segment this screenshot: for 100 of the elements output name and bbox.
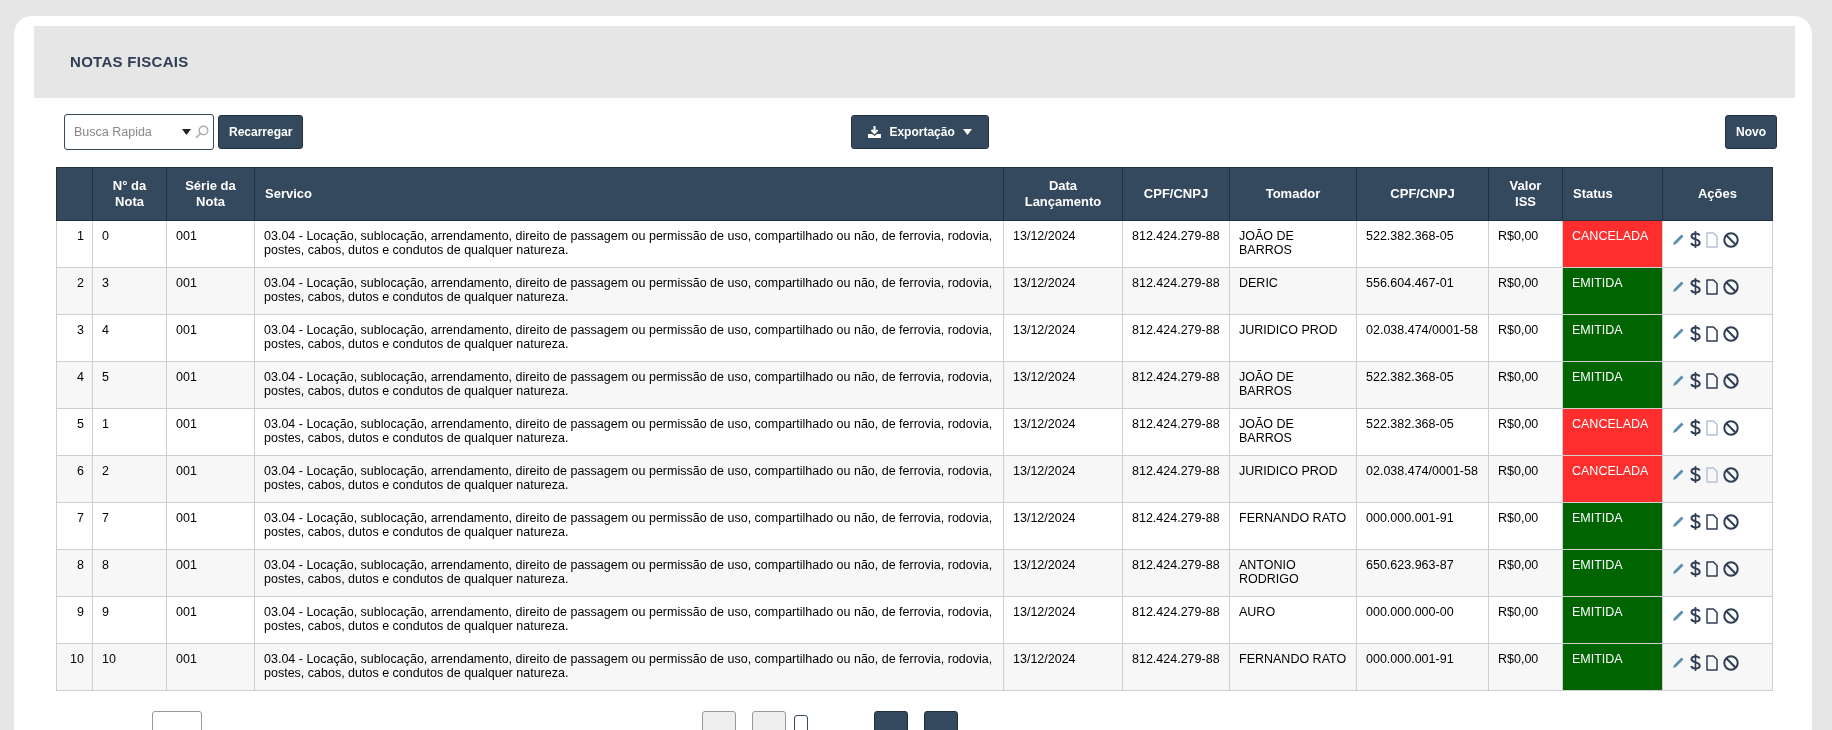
dollar-icon[interactable] (1690, 654, 1701, 671)
pencil-icon[interactable] (1672, 562, 1685, 575)
prohibited-icon[interactable] (1723, 372, 1739, 389)
column-header: Data Lançamento (1003, 167, 1123, 221)
table-cell: JOÃO DE BARROS (1229, 361, 1357, 409)
pencil-icon[interactable] (1672, 280, 1685, 293)
table-cell: 001 (166, 220, 255, 268)
document-icon[interactable] (1706, 607, 1718, 624)
column-header: Status (1562, 167, 1663, 221)
row-number: 5 (56, 408, 93, 456)
pencil-icon[interactable] (1672, 421, 1685, 434)
pencil-icon[interactable] (1672, 374, 1685, 387)
document-icon[interactable] (1706, 372, 1718, 389)
caret-icon[interactable] (182, 129, 191, 135)
dollar-icon[interactable] (1690, 466, 1701, 483)
prohibited-icon[interactable] (1723, 325, 1739, 342)
document-icon[interactable] (1706, 325, 1718, 342)
pencil-icon[interactable] (1672, 609, 1685, 622)
prohibited-icon[interactable] (1723, 231, 1739, 248)
document-icon[interactable] (1706, 513, 1718, 530)
table-cell: 03.04 - Locação, sublocação, arrendamento, direito de passagem ou permissão de uso, compartilhado ou não, de ferrovia, rodovia, postes, cabos, dutos e condutos de qualquer natureza. (254, 361, 1004, 409)
row-number: 9 (56, 596, 93, 644)
table-cell: 000.000.001-91 (1356, 502, 1489, 550)
document-icon[interactable] (1706, 278, 1718, 295)
table-cell: 001 (166, 361, 255, 409)
table-cell: 812.424.279-88 (1122, 267, 1230, 315)
caret-icon (962, 129, 972, 135)
prohibited-icon[interactable] (1723, 513, 1739, 530)
table-cell: R$0,00 (1488, 502, 1563, 550)
export-button[interactable]: Exportação (851, 115, 989, 149)
prohibited-icon[interactable] (1723, 560, 1739, 577)
row-number: 8 (56, 549, 93, 597)
dollar-icon[interactable] (1690, 560, 1701, 577)
table-cell: 13/12/2024 (1003, 643, 1123, 691)
pencil-icon[interactable] (1672, 468, 1685, 481)
table-cell: 03.04 - Locação, sublocação, arrendamento, direito de passagem ou permissão de uso, compartilhado ou não, de ferrovia, rodovia, postes, cabos, dutos e condutos de qualquer natureza. (254, 502, 1004, 550)
table-cell: 1 (92, 408, 167, 456)
dollar-icon[interactable] (1690, 231, 1701, 248)
table-cell: 7 (92, 502, 167, 550)
dollar-icon[interactable] (1690, 513, 1701, 530)
pencil-icon[interactable] (1672, 327, 1685, 340)
table-cell: 13/12/2024 (1003, 596, 1123, 644)
table-cell: R$0,00 (1488, 455, 1563, 503)
table-cell: 03.04 - Locação, sublocação, arrendamento, direito de passagem ou permissão de uso, compartilhado ou não, de ferrovia, rodovia, postes, cabos, dutos e condutos de qualquer natureza. (254, 549, 1004, 597)
table-cell: 001 (166, 267, 255, 315)
table-cell: 4 (92, 314, 167, 362)
table-cell: DERIC (1229, 267, 1357, 315)
table-cell: 0 (92, 220, 167, 268)
table-cell: JURIDICO PROD (1229, 455, 1357, 503)
dollar-icon[interactable] (1690, 325, 1701, 342)
status-cell: EMITIDA (1562, 502, 1663, 550)
column-header: Série da Nota (166, 167, 255, 221)
table-cell: 8 (92, 549, 167, 597)
table-cell: FERNANDO RATO (1229, 502, 1357, 550)
document-icon[interactable] (1706, 560, 1718, 577)
table-cell: 522.382.368-05 (1356, 361, 1489, 409)
table-cell: R$0,00 (1488, 596, 1563, 644)
table-cell: 02.038.474/0001-58 (1356, 314, 1489, 362)
table-cell: 522.382.368-05 (1356, 408, 1489, 456)
prohibited-icon[interactable] (1723, 654, 1739, 671)
new-button[interactable]: Novo (1725, 115, 1777, 149)
table-cell: 812.424.279-88 (1122, 549, 1230, 597)
row-number: 10 (56, 643, 93, 691)
page-title: NOTAS FISCAIS (70, 53, 189, 71)
dollar-icon[interactable] (1690, 278, 1701, 295)
table-cell: 10 (92, 643, 167, 691)
column-header: Tomador (1229, 167, 1357, 221)
table-cell: 03.04 - Locação, sublocação, arrendamento, direito de passagem ou permissão de uso, compartilhado ou não, de ferrovia, rodovia, postes, cabos, dutos e condutos de qualquer natureza. (254, 455, 1004, 503)
row-number: 7 (56, 502, 93, 550)
dollar-icon[interactable] (1690, 372, 1701, 389)
table-cell: 001 (166, 455, 255, 503)
status-cell: EMITIDA (1562, 643, 1663, 691)
table-cell: 812.424.279-88 (1122, 408, 1230, 456)
prohibited-icon[interactable] (1723, 607, 1739, 624)
dollar-icon[interactable] (1690, 607, 1701, 624)
table-cell: 03.04 - Locação, sublocação, arrendamento, direito de passagem ou permissão de uso, compartilhado ou não, de ferrovia, rodovia, postes, cabos, dutos e condutos de qualquer natureza. (254, 267, 1004, 315)
table-cell: 9 (92, 596, 167, 644)
table-cell: 522.382.368-05 (1356, 220, 1489, 268)
table-cell: 5 (92, 361, 167, 409)
pencil-icon[interactable] (1672, 233, 1685, 246)
table-cell: JOÃO DE BARROS (1229, 220, 1357, 268)
search-field[interactable]: Busca Rapida (64, 114, 214, 150)
pencil-icon[interactable] (1672, 515, 1685, 528)
table-cell: 650.623.963-87 (1356, 549, 1489, 597)
table-cell: 812.424.279-88 (1122, 220, 1230, 268)
prohibited-icon[interactable] (1723, 419, 1739, 436)
column-header: Servico (254, 167, 1004, 221)
search-icon (195, 125, 209, 139)
reload-button[interactable]: Recarregar (218, 115, 304, 149)
table-cell: 13/12/2024 (1003, 455, 1123, 503)
pencil-icon[interactable] (1672, 656, 1685, 669)
table-cell: FERNANDO RATO (1229, 643, 1357, 691)
prohibited-icon[interactable] (1723, 278, 1739, 295)
prohibited-icon[interactable] (1723, 466, 1739, 483)
column-header: CPF/CNPJ (1356, 167, 1489, 221)
dollar-icon[interactable] (1690, 419, 1701, 436)
status-cell: CANCELADA (1562, 220, 1663, 268)
table-cell: 13/12/2024 (1003, 220, 1123, 268)
document-icon[interactable] (1706, 654, 1718, 671)
status-cell: CANCELADA (1562, 455, 1663, 503)
